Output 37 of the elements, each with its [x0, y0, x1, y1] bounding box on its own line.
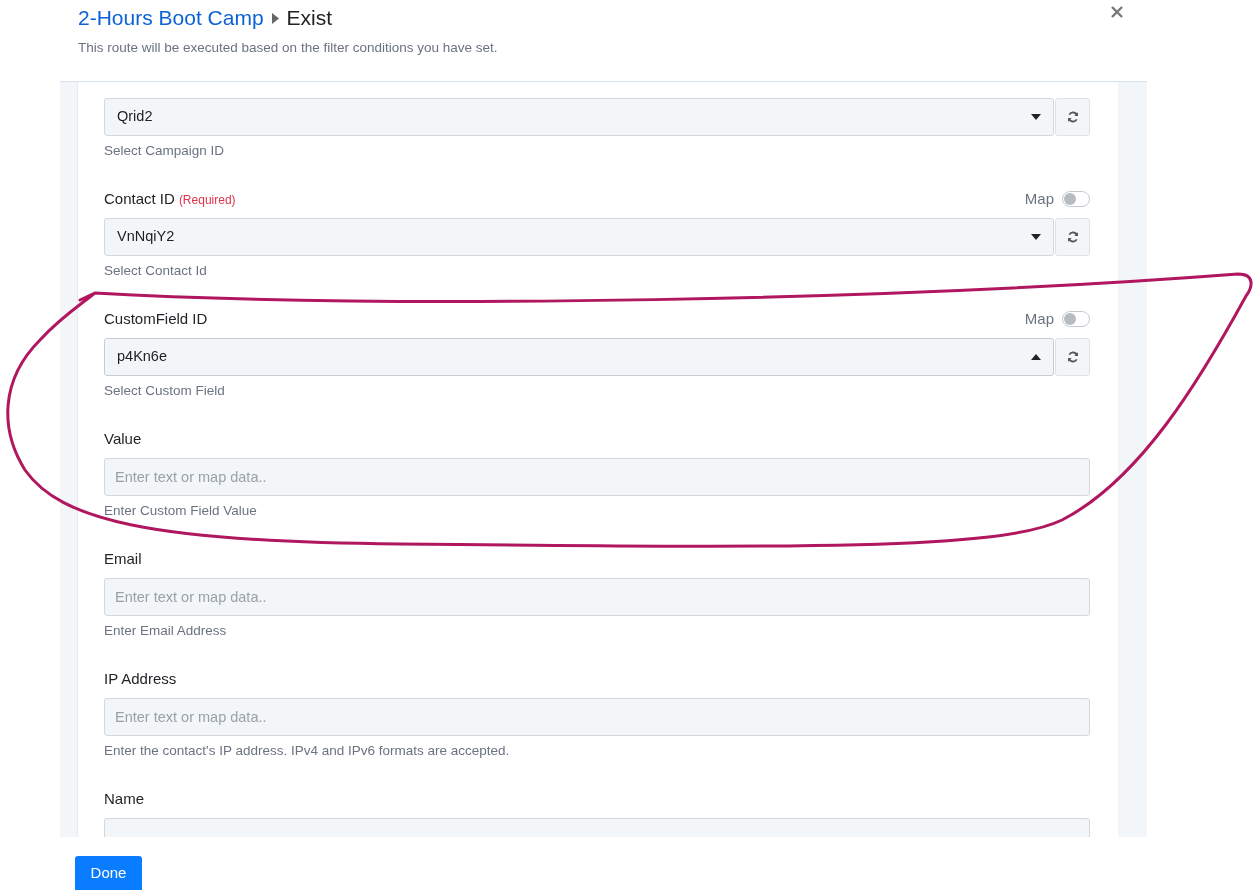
refresh-button[interactable]	[1055, 218, 1090, 256]
breadcrumb-current: Exist	[286, 5, 333, 31]
field-label: CustomField ID	[104, 310, 208, 327]
help-text: Enter Email Address	[104, 622, 228, 640]
select-field[interactable]: VnNqiY2	[104, 218, 1054, 256]
field-label: IP Address	[104, 670, 177, 687]
refresh-icon	[1066, 111, 1079, 123]
refresh-button[interactable]	[1055, 338, 1090, 376]
map-label: Map	[1024, 189, 1054, 209]
help-text: Enter Custom Field Value	[104, 502, 258, 520]
field-label: Value	[104, 430, 142, 447]
input-field[interactable]: Enter text or map data..	[104, 458, 1090, 496]
field-label: Email	[104, 550, 142, 567]
refresh-icon	[1066, 351, 1079, 363]
help-text: Enter the contact's IP address. IPv4 and IPv6 formats are accepted.	[104, 742, 511, 760]
required-label: (Required)	[178, 192, 236, 207]
map-label: Map	[1024, 309, 1054, 329]
refresh-icon	[1066, 231, 1079, 243]
map-toggle[interactable]	[1062, 311, 1090, 327]
input-field[interactable]: Enter text or map data..	[104, 698, 1090, 736]
select-field[interactable]: Qrid2	[104, 98, 1054, 136]
done-button[interactable]: Done	[75, 856, 142, 890]
refresh-button[interactable]	[1055, 98, 1090, 136]
input-field[interactable]: Enter text or map data..	[104, 578, 1090, 616]
route-description: This route will be executed based on the filter conditions you have set.	[78, 39, 499, 57]
caret-down-icon	[1031, 234, 1041, 240]
select-field[interactable]: p4Kn6e	[104, 338, 1054, 376]
field-label: Contact ID	[104, 189, 175, 207]
map-toggle[interactable]	[1062, 191, 1090, 207]
field-label: Name	[104, 790, 144, 807]
help-text: Select Custom Field	[104, 382, 226, 400]
caret-down-icon	[1031, 114, 1041, 120]
breadcrumb-link[interactable]: 2-Hours Boot Camp	[78, 4, 264, 32]
help-text: Select Campaign ID	[104, 142, 226, 160]
caret-up-icon	[1031, 354, 1041, 360]
help-text: Select Contact Id	[104, 262, 208, 280]
caret-icon	[271, 12, 279, 24]
